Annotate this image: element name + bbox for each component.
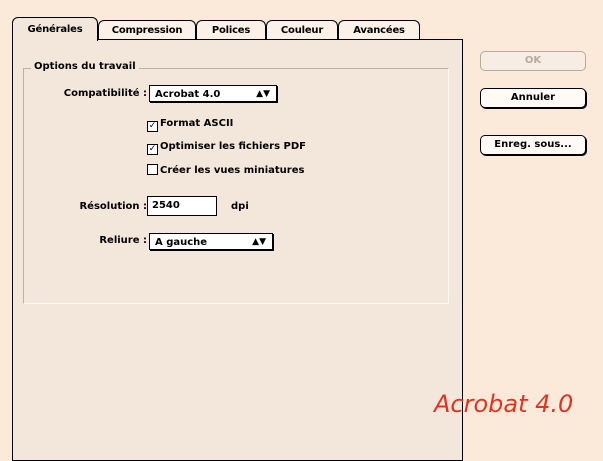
binding-value: A gauche [155,237,208,248]
checkbox-format-ascii[interactable]: ✓ Format ASCII [147,118,233,132]
compatibility-popup[interactable]: Acrobat 4.0 ▲▼ [149,85,277,102]
compatibility-value: Acrobat 4.0 [155,89,221,100]
resolution-unit: dpi [231,201,249,212]
updown-arrow-icon: ▲▼ [252,237,266,247]
checkbox-checked-icon: ✓ [147,121,158,132]
job-options-group [23,68,449,304]
ok-button[interactable]: OK [480,51,586,71]
binding-label: Reliure : [99,235,147,246]
compatibility-label: Compatibilité : [63,88,147,99]
checkbox-label: Créer les vues miniatures [160,165,305,176]
checkbox-create-thumbnails[interactable]: Créer les vues miniatures [147,164,304,176]
updown-arrow-icon: ▲▼ [256,89,270,99]
resolution-input[interactable]: 2540 [147,196,217,216]
binding-popup[interactable]: A gauche ▲▼ [149,233,273,250]
tab-generales[interactable]: Générales [12,17,98,41]
save-as-button[interactable]: Enreg. sous... [480,135,586,155]
checkbox-label: Optimiser les fichiers PDF [160,141,307,152]
group-title: Options du travail [31,61,139,72]
tab-couleur[interactable]: Couleur [266,20,338,40]
checkbox-optimize-pdf[interactable]: ✓ Optimiser les fichiers PDF [147,141,306,155]
tab-avancees[interactable]: Avancées [338,20,420,40]
caption-label: Acrobat 4.0 [434,390,574,418]
cancel-button[interactable]: Annuler [480,88,586,108]
checkbox-unchecked-icon [147,164,158,175]
settings-panel: Options du travail Compatibilité : Acrob… [12,39,463,461]
checkbox-checked-icon: ✓ [147,144,158,155]
tab-compression[interactable]: Compression [98,20,196,40]
resolution-label: Résolution : [79,201,147,212]
checkbox-label: Format ASCII [160,118,234,129]
tab-polices[interactable]: Polices [196,20,266,40]
